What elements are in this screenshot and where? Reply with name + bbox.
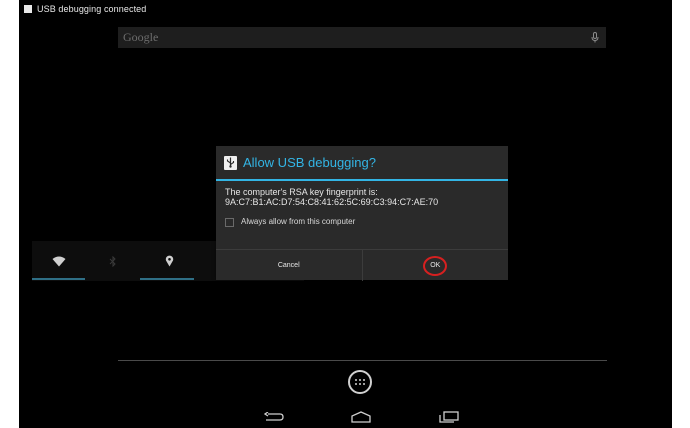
dialog-body: The computer's RSA key fingerprint is: 9… [216, 181, 508, 227]
search-brand: Google [123, 30, 159, 44]
location-icon[interactable] [156, 241, 182, 281]
location-indicator-line [140, 278, 194, 280]
rsa-fingerprint: 9A:C7:B1:AC:D7:54:C8:41:62:5C:69:C3:94:C… [225, 197, 439, 207]
cancel-button[interactable]: Cancel [216, 250, 362, 281]
status-notification-text: USB debugging connected [37, 4, 147, 14]
dialog-title-bar: Allow USB debugging? [216, 146, 508, 181]
dialog-title: Allow USB debugging? [243, 155, 376, 170]
wifi-icon[interactable] [46, 241, 72, 281]
status-bar: USB debugging connected [19, 0, 672, 18]
google-search-bar[interactable]: Google [118, 27, 606, 48]
recent-apps-icon[interactable] [438, 410, 460, 424]
dialog-button-row: Cancel OK [216, 249, 508, 281]
home-icon[interactable] [350, 410, 372, 424]
wifi-indicator-line [32, 278, 85, 280]
dock-divider [118, 360, 607, 361]
ok-highlight-circle: OK [423, 255, 448, 276]
ok-button[interactable]: OK [363, 250, 509, 281]
always-allow-row[interactable]: Always allow from this computer [225, 217, 508, 227]
all-apps-icon[interactable] [348, 370, 372, 394]
always-allow-label[interactable]: Always allow from this computer [241, 217, 355, 227]
always-allow-checkbox[interactable] [225, 217, 234, 227]
cancel-button-label: Cancel [277, 262, 300, 269]
usb-debugging-dialog: Allow USB debugging? The computer's RSA … [216, 146, 508, 281]
android-screen: USB debugging connected Google Allow USB… [19, 0, 672, 428]
bluetooth-icon[interactable] [100, 241, 126, 281]
usb-icon [224, 155, 237, 170]
usb-debug-notification-icon [24, 5, 32, 13]
ok-button-label: OK [430, 262, 441, 269]
back-icon[interactable] [263, 410, 285, 424]
microphone-icon[interactable] [590, 32, 600, 44]
dialog-message-line1: The computer's RSA key fingerprint is: [225, 187, 378, 197]
